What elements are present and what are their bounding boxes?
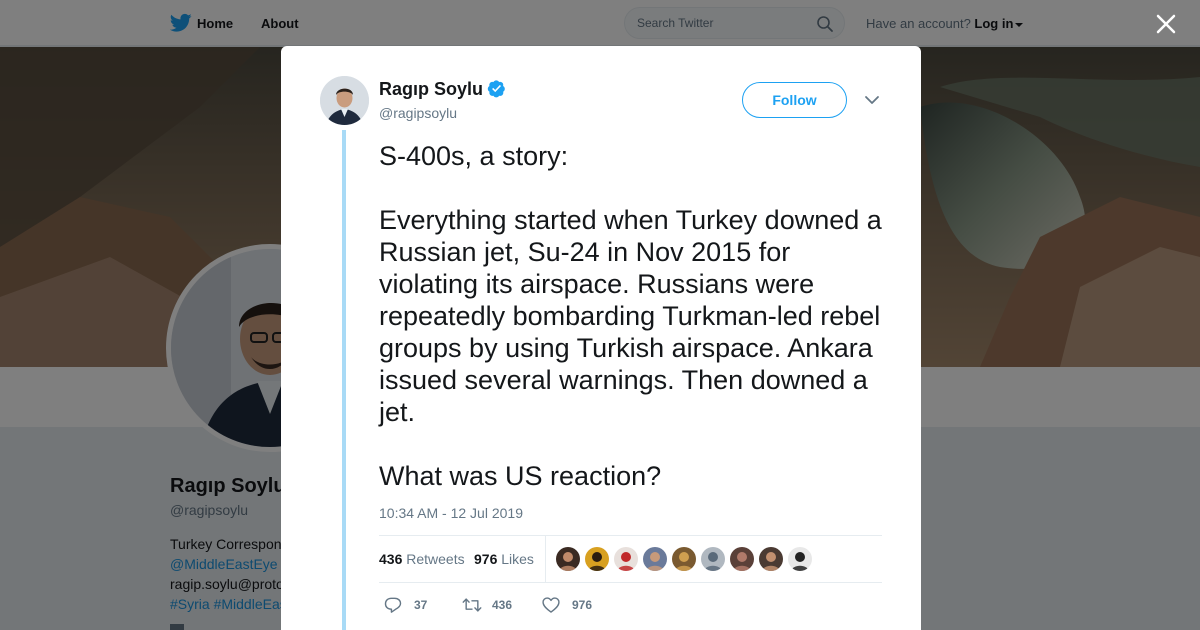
tweet-permalink-modal: Ragıp Soylu @ragipsoylu Follow S-400s, a… bbox=[281, 46, 921, 630]
close-icon[interactable] bbox=[1154, 12, 1178, 36]
author-name[interactable]: Ragıp Soylu bbox=[379, 79, 483, 100]
tweet-paragraph: S-400s, a story: bbox=[379, 141, 569, 171]
retweet-button[interactable]: 436 bbox=[461, 593, 531, 617]
retweets-count: 436 bbox=[379, 551, 403, 567]
author-handle[interactable]: @ragipsoylu bbox=[379, 105, 457, 121]
retweet-count: 436 bbox=[492, 598, 513, 612]
liker-avatar[interactable] bbox=[614, 547, 638, 571]
liker-avatar[interactable] bbox=[759, 547, 783, 571]
retweets-label: Retweets bbox=[406, 551, 465, 567]
follow-button[interactable]: Follow bbox=[742, 82, 847, 118]
reply-icon bbox=[384, 597, 402, 613]
liker-avatar[interactable] bbox=[585, 547, 609, 571]
liker-avatar[interactable] bbox=[643, 547, 667, 571]
thread-connector-line bbox=[342, 130, 346, 630]
likes-count: 976 bbox=[474, 551, 498, 567]
tweet-paragraph: What was US reaction? bbox=[379, 461, 662, 491]
stats-divider bbox=[545, 536, 546, 583]
tweet-timestamp[interactable]: 10:34 AM - 12 Jul 2019 bbox=[379, 505, 523, 521]
reply-button[interactable]: 37 bbox=[383, 593, 443, 617]
liker-avatar[interactable] bbox=[730, 547, 754, 571]
tweet-text: S-400s, a story: Everything started when… bbox=[379, 140, 889, 492]
liker-avatar[interactable] bbox=[556, 547, 580, 571]
retweets-stat[interactable]: 436 Retweets bbox=[379, 551, 465, 567]
retweet-icon bbox=[462, 598, 482, 612]
like-count: 976 bbox=[572, 598, 593, 612]
tweet-stats: 436 Retweets 976 Likes bbox=[379, 535, 882, 583]
likes-stat[interactable]: 976 Likes bbox=[474, 551, 534, 567]
likes-label: Likes bbox=[501, 551, 534, 567]
reply-count: 37 bbox=[414, 598, 428, 612]
liker-avatar[interactable] bbox=[788, 547, 812, 571]
like-button[interactable]: 976 bbox=[541, 593, 611, 617]
tweet-actions: 37 436 976 bbox=[379, 593, 882, 617]
chevron-down-icon[interactable] bbox=[864, 92, 880, 108]
tweet-paragraph: Everything started when Turkey downed a … bbox=[379, 205, 882, 427]
liker-avatar[interactable] bbox=[672, 547, 696, 571]
author-avatar[interactable] bbox=[320, 76, 369, 125]
verified-badge-icon bbox=[487, 80, 505, 98]
liker-avatar[interactable] bbox=[701, 547, 725, 571]
author-photo bbox=[320, 76, 369, 125]
heart-icon bbox=[542, 597, 560, 613]
